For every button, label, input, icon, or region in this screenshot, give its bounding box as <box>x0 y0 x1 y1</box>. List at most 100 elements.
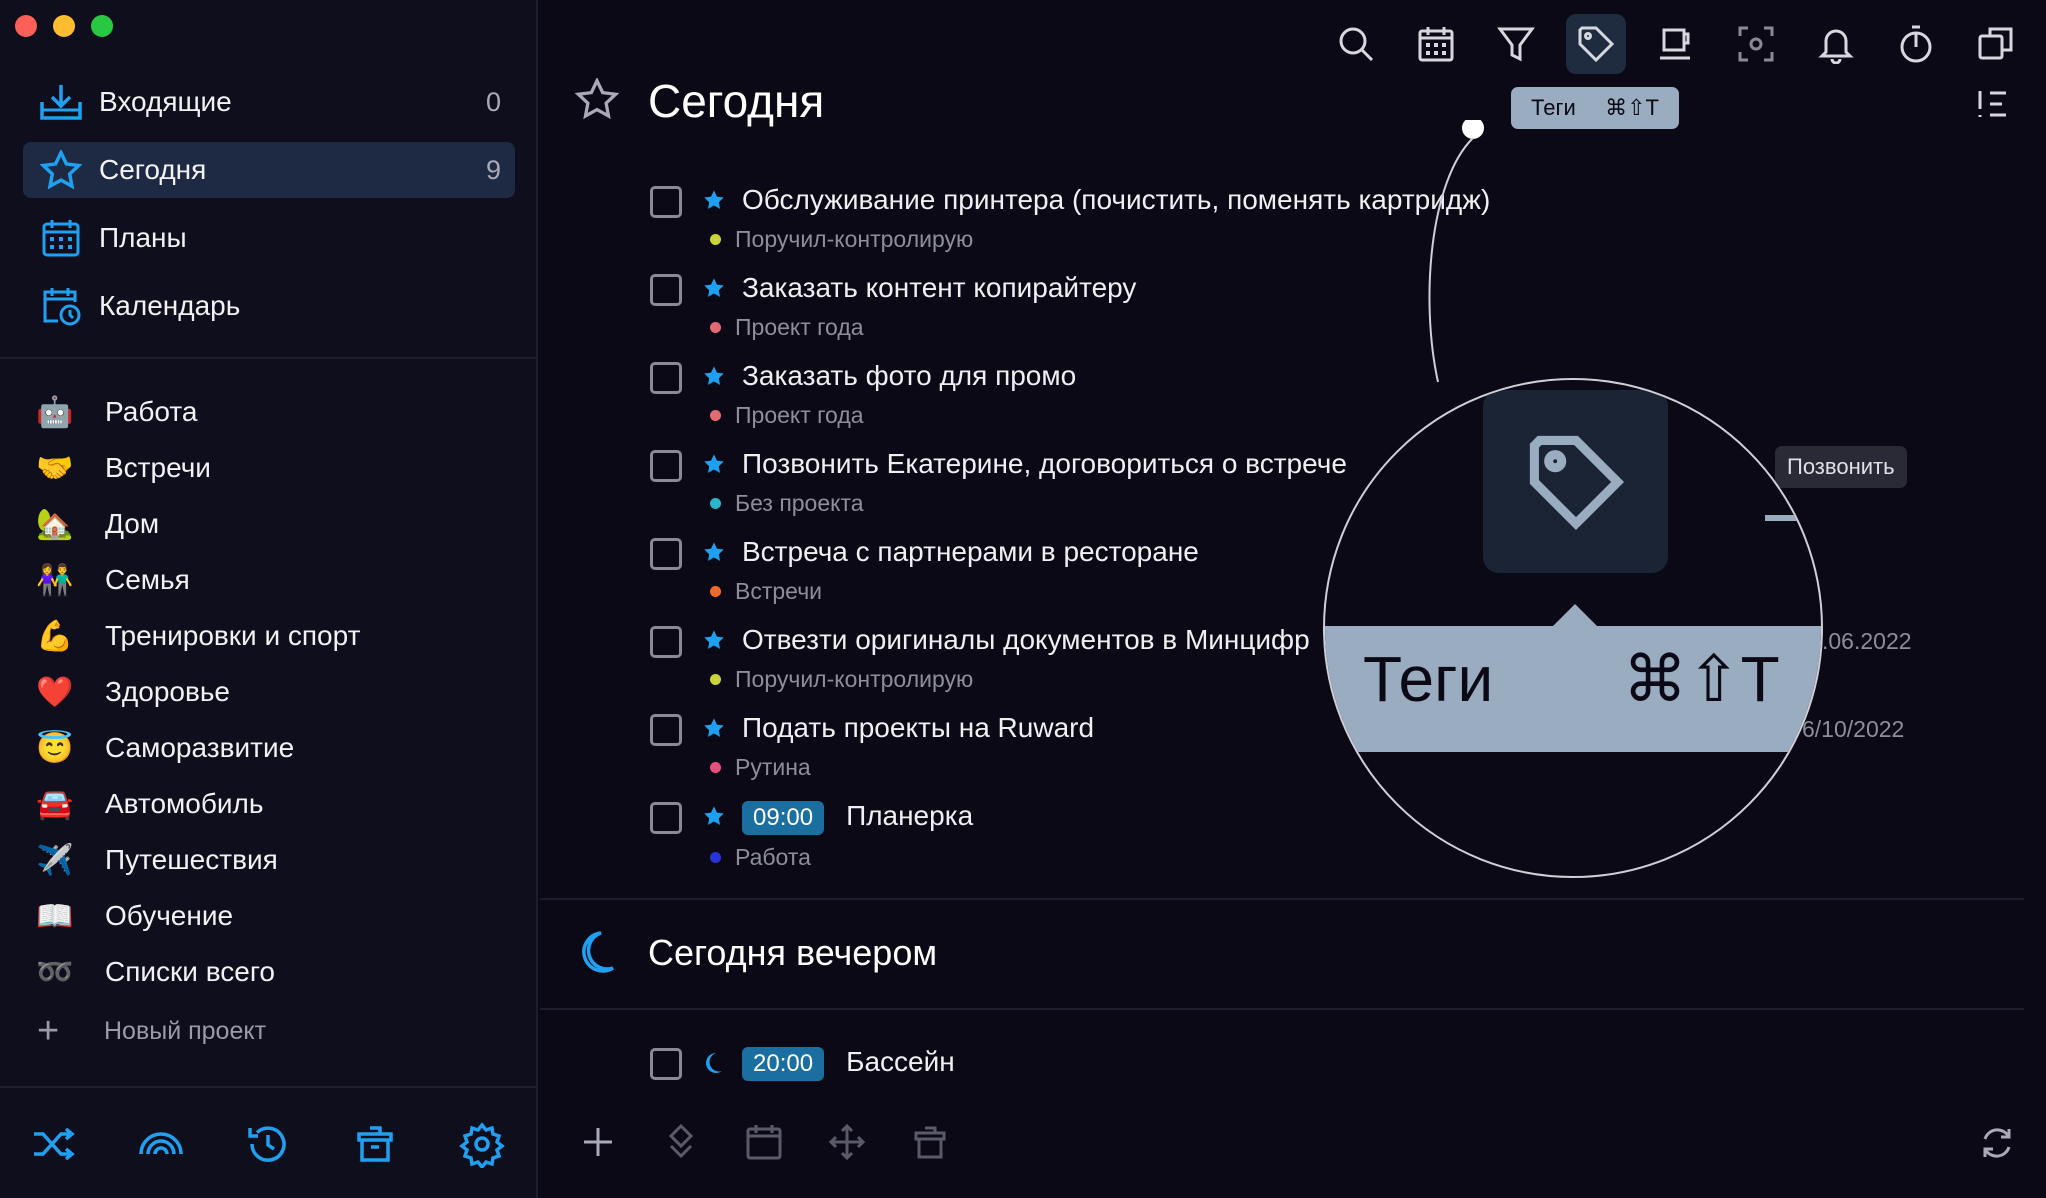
project-item[interactable]: ✈️ Путешествия <box>30 835 277 885</box>
project-item[interactable]: 👫 Семья <box>30 555 189 605</box>
project-item[interactable]: 😇 Саморазвитие <box>30 723 294 773</box>
sync-icon[interactable] <box>1978 1124 2016 1167</box>
timer-button[interactable] <box>1886 14 1946 74</box>
nav-item-calendar[interactable]: Календарь <box>23 278 515 334</box>
calendar-grid-icon <box>23 218 99 258</box>
task-project-label: Проект года <box>735 314 864 340</box>
page-title: Сегодня <box>648 75 825 127</box>
star-icon[interactable] <box>702 189 726 216</box>
nav-label: Планы <box>99 222 187 253</box>
task-project: Работа <box>710 844 811 871</box>
nav-item-today[interactable]: Сегодня 9 <box>23 142 515 198</box>
sidebar-divider <box>0 357 538 359</box>
zoomed-edge <box>1765 515 1805 521</box>
project-label: Встречи <box>105 452 211 483</box>
car-emoji-icon: 🚘 <box>36 787 74 821</box>
zoomed-tooltip-shortcut: ⌘⇧T <box>1623 643 1780 715</box>
star-icon[interactable] <box>702 805 726 832</box>
project-color-dot <box>710 322 721 333</box>
robot-emoji-icon: 🤖 <box>36 395 74 429</box>
call-badge: Позвонить <box>1775 446 1907 488</box>
section-divider <box>540 1008 2024 1010</box>
filter-button[interactable] <box>1486 14 1546 74</box>
plus-icon: + <box>37 1010 60 1052</box>
task-checkbox[interactable] <box>650 626 682 658</box>
star-icon[interactable] <box>702 277 726 304</box>
zoom-window-button[interactable] <box>91 15 113 37</box>
project-item[interactable]: ❤️ Здоровье <box>30 667 230 717</box>
star-icon[interactable] <box>702 365 726 392</box>
nav-item-plans[interactable]: Планы <box>23 210 515 266</box>
task-project: Без проекта <box>710 490 864 517</box>
focus-button[interactable] <box>1726 14 1786 74</box>
shuffle-icon[interactable] <box>30 1120 78 1173</box>
book-emoji-icon: 📖 <box>36 899 74 933</box>
task-checkbox[interactable] <box>650 274 682 306</box>
focus-icon <box>1738 26 1774 62</box>
star-icon[interactable] <box>702 453 726 480</box>
pomodoro-button[interactable] <box>1646 14 1706 74</box>
duplicate-window-button[interactable] <box>1966 14 2026 74</box>
bell-icon <box>1818 29 1854 64</box>
project-color-dot <box>710 498 721 509</box>
task-checkbox[interactable] <box>650 186 682 218</box>
tooltip-label: Теги <box>1531 95 1576 120</box>
nav-count: 0 <box>485 86 501 117</box>
task-project: Проект года <box>710 402 864 429</box>
move-icon[interactable] <box>827 1122 867 1167</box>
task-title: Подать проекты на Ruward <box>742 712 1095 743</box>
star-icon[interactable] <box>702 541 726 568</box>
close-window-button[interactable] <box>15 15 37 37</box>
project-item[interactable]: ➿ Списки всего <box>30 947 275 997</box>
sidebar-bottom-toolbar <box>30 1120 506 1173</box>
history-icon[interactable] <box>244 1120 292 1173</box>
task-title-line: 20:00 Бассейн <box>742 1046 955 1081</box>
task-project-label: Без проекта <box>735 490 864 516</box>
task-project: Поручил-контролирую <box>710 666 973 693</box>
task-project-label: Поручил-контролирую <box>735 226 974 252</box>
schedule-icon[interactable] <box>744 1122 784 1167</box>
star-icon[interactable] <box>702 717 726 744</box>
task-checkbox[interactable] <box>650 538 682 570</box>
evening-section-title: Сегодня вечером <box>648 932 938 973</box>
sidebar: Входящие 0 Сегодня 9 Планы Календарь 🤖 Ра… <box>0 0 538 1198</box>
trash-icon[interactable] <box>351 1120 399 1173</box>
tag-icon <box>1578 26 1615 63</box>
zoomed-tags-button <box>1483 390 1668 573</box>
filter-icon <box>1497 27 1535 62</box>
project-label: Обучение <box>105 900 234 931</box>
rainbow-icon[interactable] <box>137 1120 185 1173</box>
project-item[interactable]: 📖 Обучение <box>30 891 233 941</box>
task-project-label: Работа <box>735 844 811 870</box>
settings-gear-icon[interactable] <box>458 1120 506 1173</box>
task-checkbox[interactable] <box>650 802 682 834</box>
minimize-window-button[interactable] <box>53 15 75 37</box>
project-item[interactable]: 🏡 Дом <box>30 499 159 549</box>
task-checkbox[interactable] <box>650 1048 682 1080</box>
tag-icon <box>1529 435 1624 530</box>
task-title: Заказать фото для промо <box>742 360 1077 391</box>
project-item[interactable]: 💪 Тренировки и спорт <box>30 611 360 661</box>
task-project-label: Поручил-контролирую <box>735 666 974 692</box>
project-label: Саморазвитие <box>105 732 295 763</box>
magnifier-connector <box>1428 120 1484 383</box>
star-icon[interactable] <box>702 629 726 656</box>
search-button[interactable] <box>1326 14 1386 74</box>
priority-icon[interactable] <box>661 1122 701 1167</box>
notifications-button[interactable] <box>1806 14 1866 74</box>
zoomed-tooltip-label: Теги <box>1363 643 1494 715</box>
task-checkbox[interactable] <box>650 450 682 482</box>
nav-item-inbox[interactable]: Входящие 0 <box>23 74 515 130</box>
project-item[interactable]: 🤝 Встречи <box>30 443 211 493</box>
tags-button[interactable] <box>1566 14 1626 74</box>
new-project-button[interactable]: + Новый проект <box>37 1010 266 1053</box>
task-checkbox[interactable] <box>650 362 682 394</box>
add-task-icon[interactable] <box>578 1122 618 1167</box>
project-item[interactable]: 🚘 Автомобиль <box>30 779 263 829</box>
bottom-toolbar <box>578 1122 950 1167</box>
task-checkbox[interactable] <box>650 714 682 746</box>
sort-options-button[interactable] <box>1975 88 2009 125</box>
delete-icon[interactable] <box>910 1122 950 1167</box>
project-item[interactable]: 🤖 Работа <box>30 387 197 437</box>
calendar-button[interactable] <box>1406 14 1466 74</box>
